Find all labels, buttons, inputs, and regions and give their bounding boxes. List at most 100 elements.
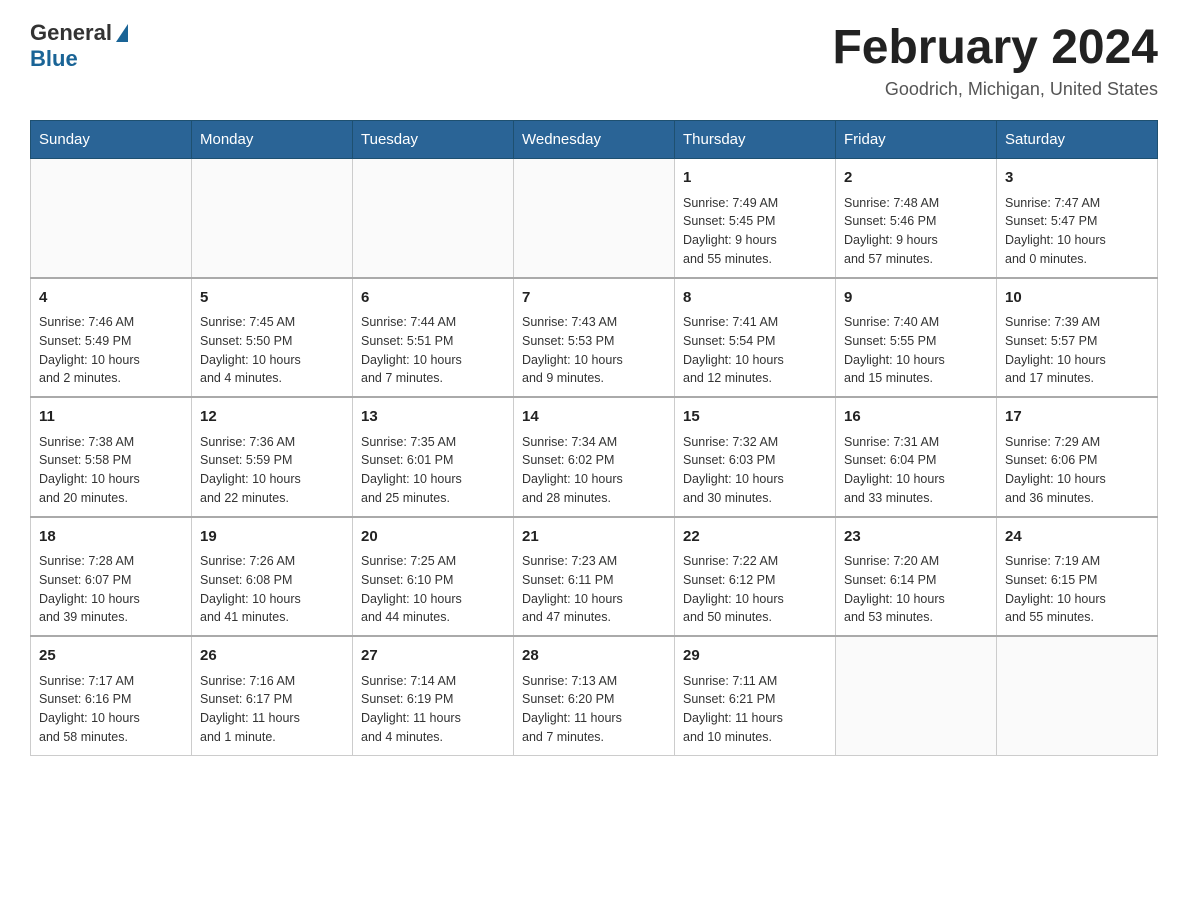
calendar-cell: 25 Sunrise: 7:17 AM Sunset: 6:16 PM Dayli… [31,636,192,755]
day-number: 15 [683,406,827,429]
calendar-cell: 24 Sunrise: 7:19 AM Sunset: 6:15 PM Dayli… [997,517,1158,637]
day-number: 19 [200,526,344,549]
calendar-cell [997,636,1158,755]
day-info: Sunrise: 7:39 AM Sunset: 5:57 PM Dayligh… [1005,313,1149,388]
day-info: Sunrise: 7:17 AM Sunset: 6:16 PM Dayligh… [39,672,183,747]
day-info: Sunrise: 7:23 AM Sunset: 6:11 PM Dayligh… [522,552,666,627]
day-info: Sunrise: 7:20 AM Sunset: 6:14 PM Dayligh… [844,552,988,627]
day-info: Sunrise: 7:46 AM Sunset: 5:49 PM Dayligh… [39,313,183,388]
calendar-cell: 1Sunrise: 7:49 AM Sunset: 5:45 PM Daylig… [675,159,836,278]
calendar-cell: 19Sunrise: 7:26 AM Sunset: 6:08 PM Dayli… [192,517,353,637]
weekday-header-sunday: Sunday [31,121,192,159]
calendar-cell: 7 Sunrise: 7:43 AM Sunset: 5:53 PM Daylig… [514,278,675,398]
day-info: Sunrise: 7:22 AM Sunset: 6:12 PM Dayligh… [683,552,827,627]
weekday-header-wednesday: Wednesday [514,121,675,159]
page-header: General Blue February 2024 Goodrich, Mic… [30,20,1158,100]
week-row-2: 4Sunrise: 7:46 AM Sunset: 5:49 PM Daylig… [31,278,1158,398]
calendar-cell: 3 Sunrise: 7:47 AM Sunset: 5:47 PM Daylig… [997,159,1158,278]
calendar-cell: 9 Sunrise: 7:40 AM Sunset: 5:55 PM Daylig… [836,278,997,398]
day-number: 24 [1005,526,1149,549]
calendar-cell [353,159,514,278]
week-row-1: 1Sunrise: 7:49 AM Sunset: 5:45 PM Daylig… [31,159,1158,278]
week-row-4: 18 Sunrise: 7:28 AM Sunset: 6:07 PM Dayli… [31,517,1158,637]
calendar-cell: 13 Sunrise: 7:35 AM Sunset: 6:01 PM Dayli… [353,397,514,517]
day-info: Sunrise: 7:49 AM Sunset: 5:45 PM Dayligh… [683,194,827,269]
day-info: Sunrise: 7:16 AM Sunset: 6:17 PM Dayligh… [200,672,344,747]
day-info: Sunrise: 7:34 AM Sunset: 6:02 PM Dayligh… [522,433,666,508]
calendar-cell: 2Sunrise: 7:48 AM Sunset: 5:46 PM Daylig… [836,159,997,278]
day-number: 7 [522,287,666,310]
weekday-header-tuesday: Tuesday [353,121,514,159]
day-number: 5 [200,287,344,310]
weekday-header-friday: Friday [836,121,997,159]
day-number: 3 [1005,167,1149,190]
calendar-cell: 15 Sunrise: 7:32 AM Sunset: 6:03 PM Dayli… [675,397,836,517]
calendar-cell: 22 Sunrise: 7:22 AM Sunset: 6:12 PM Dayli… [675,517,836,637]
calendar-cell: 28 Sunrise: 7:13 AM Sunset: 6:20 PM Dayli… [514,636,675,755]
day-info: Sunrise: 7:41 AM Sunset: 5:54 PM Dayligh… [683,313,827,388]
calendar-table: SundayMondayTuesdayWednesdayThursdayFrid… [30,120,1158,756]
calendar-cell: 27Sunrise: 7:14 AM Sunset: 6:19 PM Dayli… [353,636,514,755]
day-info: Sunrise: 7:38 AM Sunset: 5:58 PM Dayligh… [39,433,183,508]
week-row-5: 25 Sunrise: 7:17 AM Sunset: 6:16 PM Dayli… [31,636,1158,755]
day-info: Sunrise: 7:47 AM Sunset: 5:47 PM Dayligh… [1005,194,1149,269]
day-info: Sunrise: 7:25 AM Sunset: 6:10 PM Dayligh… [361,552,505,627]
day-info: Sunrise: 7:29 AM Sunset: 6:06 PM Dayligh… [1005,433,1149,508]
day-number: 27 [361,645,505,668]
day-number: 12 [200,406,344,429]
calendar-cell: 11 Sunrise: 7:38 AM Sunset: 5:58 PM Dayli… [31,397,192,517]
day-info: Sunrise: 7:28 AM Sunset: 6:07 PM Dayligh… [39,552,183,627]
location-text: Goodrich, Michigan, United States [832,79,1158,100]
day-info: Sunrise: 7:13 AM Sunset: 6:20 PM Dayligh… [522,672,666,747]
day-info: Sunrise: 7:19 AM Sunset: 6:15 PM Dayligh… [1005,552,1149,627]
day-number: 9 [844,287,988,310]
day-number: 21 [522,526,666,549]
calendar-cell: 10 Sunrise: 7:39 AM Sunset: 5:57 PM Dayli… [997,278,1158,398]
logo-general-text: General [30,20,112,46]
calendar-cell: 18 Sunrise: 7:28 AM Sunset: 6:07 PM Dayli… [31,517,192,637]
day-number: 17 [1005,406,1149,429]
calendar-cell: 23 Sunrise: 7:20 AM Sunset: 6:14 PM Dayli… [836,517,997,637]
calendar-cell: 8 Sunrise: 7:41 AM Sunset: 5:54 PM Daylig… [675,278,836,398]
day-info: Sunrise: 7:32 AM Sunset: 6:03 PM Dayligh… [683,433,827,508]
calendar-cell: 16Sunrise: 7:31 AM Sunset: 6:04 PM Dayli… [836,397,997,517]
day-number: 11 [39,406,183,429]
day-info: Sunrise: 7:44 AM Sunset: 5:51 PM Dayligh… [361,313,505,388]
day-number: 29 [683,645,827,668]
day-number: 13 [361,406,505,429]
logo-triangle-icon [116,24,128,42]
day-info: Sunrise: 7:45 AM Sunset: 5:50 PM Dayligh… [200,313,344,388]
weekday-header-row: SundayMondayTuesdayWednesdayThursdayFrid… [31,121,1158,159]
day-number: 23 [844,526,988,549]
month-title: February 2024 [832,20,1158,75]
weekday-header-saturday: Saturday [997,121,1158,159]
calendar-cell: 29 Sunrise: 7:11 AM Sunset: 6:21 PM Dayli… [675,636,836,755]
calendar-cell [514,159,675,278]
day-number: 2 [844,167,988,190]
weekday-header-thursday: Thursday [675,121,836,159]
day-number: 18 [39,526,183,549]
day-info: Sunrise: 7:35 AM Sunset: 6:01 PM Dayligh… [361,433,505,508]
day-number: 28 [522,645,666,668]
weekday-header-monday: Monday [192,121,353,159]
calendar-cell: 6Sunrise: 7:44 AM Sunset: 5:51 PM Daylig… [353,278,514,398]
calendar-cell: 12Sunrise: 7:36 AM Sunset: 5:59 PM Dayli… [192,397,353,517]
calendar-cell [31,159,192,278]
day-info: Sunrise: 7:43 AM Sunset: 5:53 PM Dayligh… [522,313,666,388]
week-row-3: 11 Sunrise: 7:38 AM Sunset: 5:58 PM Dayli… [31,397,1158,517]
calendar-cell: 5 Sunrise: 7:45 AM Sunset: 5:50 PM Daylig… [192,278,353,398]
day-number: 10 [1005,287,1149,310]
title-area: February 2024 Goodrich, Michigan, United… [832,20,1158,100]
calendar-cell: 14 Sunrise: 7:34 AM Sunset: 6:02 PM Dayli… [514,397,675,517]
day-number: 25 [39,645,183,668]
day-number: 16 [844,406,988,429]
calendar-cell [836,636,997,755]
day-number: 14 [522,406,666,429]
calendar-cell: 17 Sunrise: 7:29 AM Sunset: 6:06 PM Dayli… [997,397,1158,517]
calendar-cell [192,159,353,278]
day-info: Sunrise: 7:40 AM Sunset: 5:55 PM Dayligh… [844,313,988,388]
day-number: 22 [683,526,827,549]
day-number: 8 [683,287,827,310]
calendar-cell: 26Sunrise: 7:16 AM Sunset: 6:17 PM Dayli… [192,636,353,755]
day-info: Sunrise: 7:11 AM Sunset: 6:21 PM Dayligh… [683,672,827,747]
